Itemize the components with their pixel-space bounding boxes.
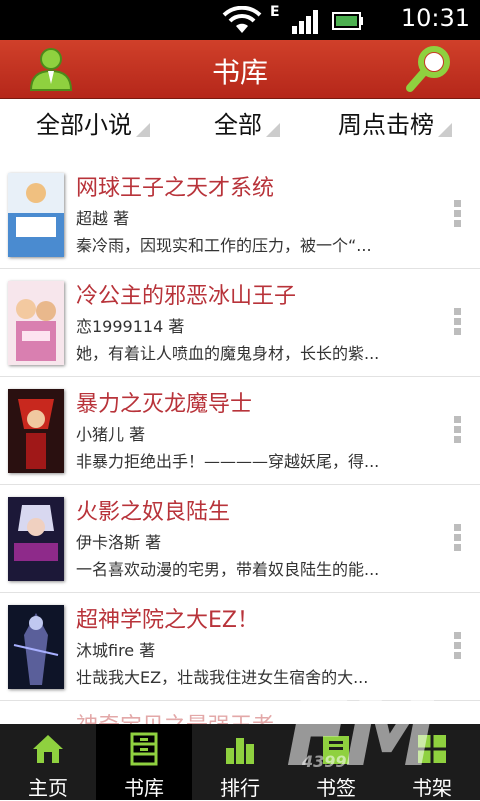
- book-cover: [8, 605, 64, 689]
- more-options-icon[interactable]: [454, 632, 462, 662]
- book-author: 超越 著: [76, 209, 130, 228]
- more-options-icon[interactable]: [454, 524, 462, 554]
- tab-label: 排行: [220, 776, 260, 800]
- book-item-partial[interactable]: 神奇宝贝之最强王者: [0, 712, 480, 724]
- book-author: 恋1999114 著: [76, 317, 185, 336]
- book-cover: [8, 173, 64, 257]
- book-title: 神奇宝贝之最强王者: [76, 712, 274, 724]
- tab-label: 书架: [412, 776, 452, 800]
- more-options-icon[interactable]: [454, 308, 462, 338]
- battery-icon: [332, 12, 363, 30]
- book-author: 沐城fire 著: [76, 641, 156, 660]
- filter-label: 全部: [214, 111, 262, 139]
- book-title: 冷公主的邪恶冰山王子: [76, 284, 297, 309]
- book-item[interactable]: 超神学院之大EZ！ 沐城fire 著 壮哉我大EZ，壮哉我住进女生宿舍的大...: [0, 592, 480, 701]
- book-description: 壮哉我大EZ，壮哉我住进女生宿舍的大...: [76, 668, 369, 687]
- library-icon: [130, 732, 158, 766]
- app-header: 书库: [0, 40, 480, 99]
- book-item[interactable]: 暴力之灭龙魔导士 小猪儿 著 非暴力拒绝出手！————穿越妖尾，得...: [0, 376, 480, 485]
- book-cover: [8, 497, 64, 581]
- search-icon[interactable]: [404, 44, 454, 94]
- tab-ranking[interactable]: 排行: [192, 724, 288, 800]
- tab-label: 书签: [316, 776, 356, 800]
- more-options-icon[interactable]: [454, 416, 462, 446]
- book-title: 网球王子之天才系统: [76, 176, 275, 201]
- signal-icon: [292, 10, 318, 34]
- book-title: 暴力之灭龙魔导士: [76, 392, 253, 417]
- home-icon: [33, 735, 63, 763]
- dropdown-corner-icon: [136, 123, 150, 137]
- dropdown-corner-icon: [438, 123, 452, 137]
- book-item[interactable]: 冷公主的邪恶冰山王子 恋1999114 著 她，有着让人喷血的魔鬼身材，长长的紫…: [0, 268, 480, 377]
- status-bar: E 10:31: [0, 0, 480, 40]
- book-cover: [8, 281, 64, 365]
- ranking-icon: [226, 738, 254, 764]
- category-filter[interactable]: 全部小说: [36, 105, 150, 141]
- status-filter[interactable]: 全部: [214, 105, 280, 141]
- book-item[interactable]: 火影之奴良陆生 伊卡洛斯 著 一名喜欢动漫的宅男，带着奴良陆生的能...: [0, 484, 480, 593]
- ranking-filter[interactable]: 周点击榜: [338, 105, 452, 141]
- book-author: 伊卡洛斯 著: [76, 533, 162, 552]
- bottom-tab-bar: 主页 书库 排行 书签 书架: [0, 724, 480, 800]
- tab-bookmark[interactable]: 书签: [288, 724, 384, 800]
- book-description: 一名喜欢动漫的宅男，带着奴良陆生的能...: [76, 560, 380, 579]
- dropdown-corner-icon: [266, 123, 280, 137]
- tab-label: 主页: [28, 776, 68, 800]
- book-cover: [8, 389, 64, 473]
- book-description: 非暴力拒绝出手！————穿越妖尾，得...: [76, 452, 380, 471]
- network-type: E: [270, 4, 280, 20]
- book-title: 超神学院之大EZ！: [76, 608, 259, 633]
- book-author: 小猪儿 著: [76, 425, 146, 444]
- filter-label: 周点击榜: [338, 111, 434, 139]
- book-description: 秦冷雨，因现实和工作的压力，被一个“...: [76, 236, 372, 255]
- filter-bar: 全部小说 全部 周点击榜: [0, 99, 480, 147]
- status-icons: E: [222, 4, 363, 36]
- bookmark-icon: [323, 736, 349, 764]
- wifi-icon: [222, 6, 262, 33]
- filter-label: 全部小说: [36, 111, 132, 139]
- tab-home[interactable]: 主页: [0, 724, 96, 800]
- tab-label: 书库: [124, 776, 164, 800]
- tab-bookshelf[interactable]: 书架: [384, 724, 480, 800]
- clock: 10:31: [400, 4, 470, 32]
- more-options-icon[interactable]: [454, 200, 462, 230]
- book-item[interactable]: 网球王子之天才系统 超越 著 秦冷雨，因现实和工作的压力，被一个“...: [0, 160, 480, 269]
- book-title: 火影之奴良陆生: [76, 500, 231, 525]
- book-description: 她，有着让人喷血的魔鬼身材，长长的紫...: [76, 344, 380, 363]
- bookshelf-icon: [418, 735, 446, 763]
- tab-library[interactable]: 书库: [96, 724, 192, 800]
